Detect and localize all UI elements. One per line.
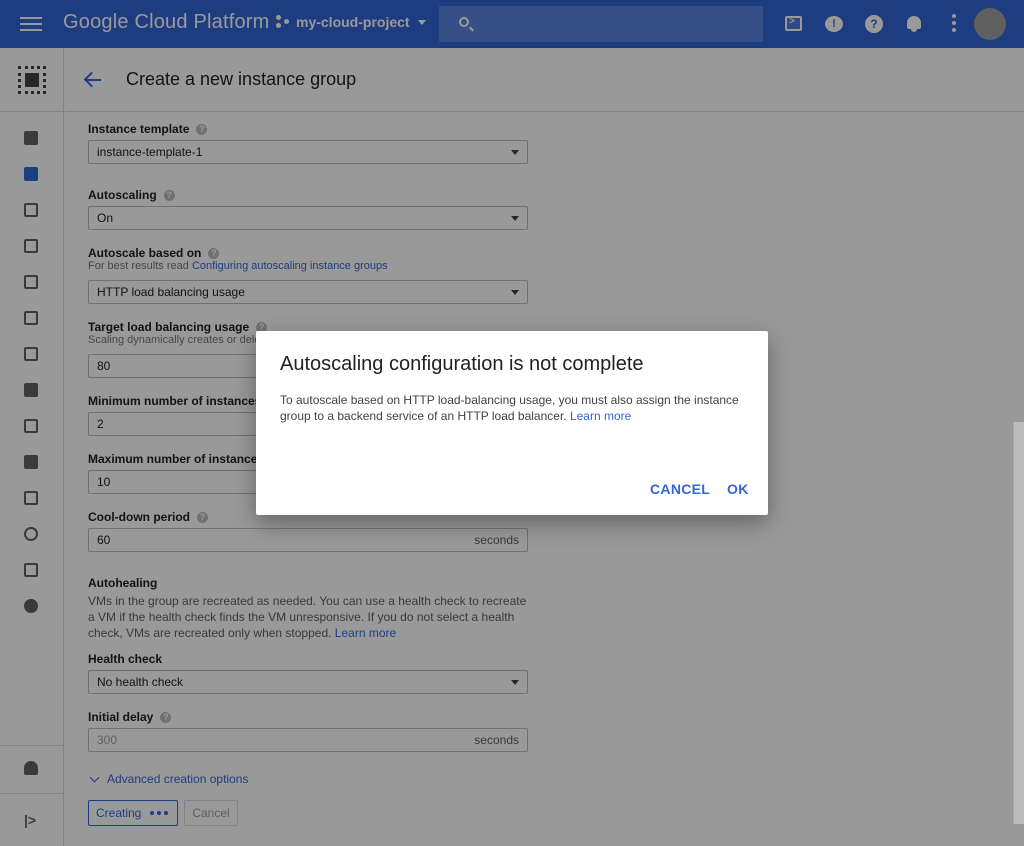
autoscaling-dialog: Autoscaling configuration is not complet… bbox=[256, 331, 768, 515]
dialog-body: To autoscale based on HTTP load-balancin… bbox=[280, 393, 739, 423]
dialog-title: Autoscaling configuration is not complet… bbox=[280, 353, 644, 375]
dialog-cancel-button[interactable]: CANCEL bbox=[650, 481, 710, 497]
scrollbar[interactable] bbox=[1013, 422, 1024, 824]
dialog-ok-button[interactable]: OK bbox=[727, 481, 749, 497]
dialog-learn-more-link[interactable]: Learn more bbox=[570, 409, 631, 423]
